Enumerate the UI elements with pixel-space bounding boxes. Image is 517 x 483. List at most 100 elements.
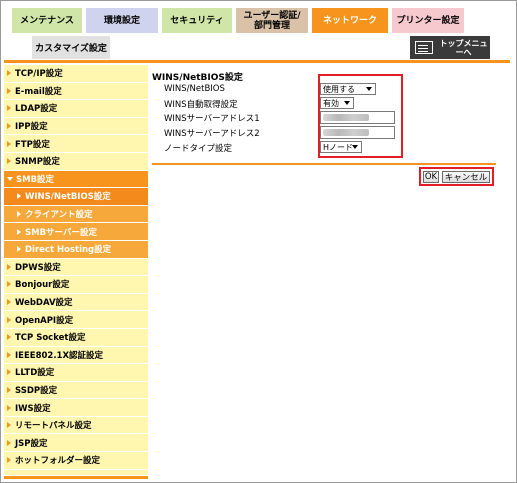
sidebar-item-label: TCP/IP設定 xyxy=(15,69,63,80)
sidebar-item-label: IWS設定 xyxy=(15,403,51,414)
triangle-right-icon xyxy=(7,299,11,306)
tab-network-label: ネットワーク xyxy=(322,15,377,26)
buttons-highlight-box: OK キャンセル xyxy=(419,167,494,186)
sidebar-item-label: Direct Hosting設定 xyxy=(25,245,112,256)
label-wins-netbios: WINS/NetBIOS xyxy=(164,84,225,94)
sidebar-item-label: FTP設定 xyxy=(15,139,50,150)
tab-user-auth[interactable]: ユーザー認証/部門管理 xyxy=(236,8,308,33)
triangle-right-icon xyxy=(7,457,11,464)
sidebar-item-tcp-socket[interactable]: TCP Socket設定 xyxy=(4,329,148,347)
triangle-right-icon xyxy=(7,140,11,147)
wins-netbios-select[interactable]: 使用する xyxy=(320,83,376,95)
triangle-right-icon xyxy=(7,404,11,411)
chevron-down-icon xyxy=(352,145,358,149)
triangle-right-icon xyxy=(7,70,11,77)
label-node-type: ノードタイプ設定 xyxy=(164,144,233,154)
sidebar-item-tcpip[interactable]: TCP/IP設定 xyxy=(4,65,148,83)
sidebar: TCP/IP設定 E-mail設定 LDAP設定 IPP設定 FTP設定 SNM… xyxy=(4,65,148,475)
wins-server1-input[interactable] xyxy=(320,111,395,124)
sidebar-item-label: OpenAPI設定 xyxy=(15,315,74,326)
sidebar-item-label: SSDP設定 xyxy=(15,385,58,396)
sidebar-item-ldap[interactable]: LDAP設定 xyxy=(4,100,148,118)
sidebar-item-ipp[interactable]: IPP設定 xyxy=(4,118,148,136)
wins-netbios-value: 使用する xyxy=(323,84,355,94)
form-divider xyxy=(152,163,496,165)
triangle-right-icon xyxy=(7,263,11,270)
sidebar-item-label: IEEE802.1X認証設定 xyxy=(15,350,104,361)
sidebar-item-iws[interactable]: IWS設定 xyxy=(4,399,148,417)
sidebar-item-hot-folder[interactable]: ホットフォルダー設定 xyxy=(4,452,148,470)
sidebar-item-smb-server[interactable]: SMBサーバー設定 xyxy=(4,223,148,241)
triangle-right-icon xyxy=(7,87,11,94)
tab-maintenance[interactable]: メンテナンス xyxy=(12,8,82,33)
sidebar-item-ssdp[interactable]: SSDP設定 xyxy=(4,382,148,400)
tab-maintenance-label: メンテナンス xyxy=(20,15,74,26)
chevron-down-icon xyxy=(366,87,372,91)
sidebar-item-bonjour[interactable]: Bonjour設定 xyxy=(4,276,148,294)
sidebar-item-label: TCP Socket設定 xyxy=(15,333,86,344)
top-menu-label: トップメニューへ xyxy=(439,38,488,57)
sidebar-item-lltd[interactable]: LLTD設定 xyxy=(4,364,148,382)
subtab-customize[interactable]: カスタマイズ設定 xyxy=(32,36,110,59)
triangle-right-icon xyxy=(7,422,11,429)
triangle-right-icon xyxy=(7,369,11,376)
label-wins-server2: WINSサーバーアドレス2 xyxy=(164,129,260,139)
triangle-right-icon xyxy=(7,123,11,130)
sidebar-item-label: SMB設定 xyxy=(16,174,55,185)
top-menu-icon xyxy=(415,41,433,54)
sidebar-item-label: ホットフォルダー設定 xyxy=(15,456,101,467)
tab-network[interactable]: ネットワーク xyxy=(312,8,388,33)
sidebar-item-ieee8021x[interactable]: IEEE802.1X認証設定 xyxy=(4,347,148,365)
triangle-right-icon xyxy=(7,351,11,358)
sidebar-item-label: クライアント設定 xyxy=(25,210,93,221)
triangle-right-icon xyxy=(7,158,11,165)
sidebar-item-webdav[interactable]: WebDAV設定 xyxy=(4,294,148,312)
sidebar-item-remote-panel[interactable]: リモートパネル設定 xyxy=(4,417,148,435)
top-menu-button[interactable]: トップメニューへ xyxy=(410,36,490,59)
tab-user-auth-label: ユーザー認証/部門管理 xyxy=(243,10,301,31)
sidebar-item-openapi[interactable]: OpenAPI設定 xyxy=(4,311,148,329)
sidebar-item-client[interactable]: クライアント設定 xyxy=(4,205,148,224)
header-divider xyxy=(4,60,510,63)
sidebar-item-email[interactable]: E-mail設定 xyxy=(4,83,148,101)
tab-security[interactable]: セキュリティ xyxy=(162,8,232,33)
tab-printer-label: プリンター設定 xyxy=(396,15,460,26)
sidebar-item-label: E-mail設定 xyxy=(15,86,62,97)
triangle-right-icon xyxy=(7,281,11,288)
triangle-right-icon xyxy=(17,246,21,253)
sidebar-item-direct-hosting[interactable]: Direct Hosting設定 xyxy=(4,240,148,259)
sidebar-item-label: Bonjour設定 xyxy=(15,280,70,291)
node-type-value: Hノード xyxy=(323,142,354,152)
sidebar-item-label: DPWS設定 xyxy=(15,262,61,273)
triangle-right-icon xyxy=(7,439,11,446)
tab-environment[interactable]: 環境設定 xyxy=(86,8,158,33)
redacted-address xyxy=(323,114,369,121)
triangle-right-icon xyxy=(7,386,11,393)
tab-printer[interactable]: プリンター設定 xyxy=(392,8,464,33)
tab-security-label: セキュリティ xyxy=(170,15,224,26)
sidebar-item-label: SMBサーバー設定 xyxy=(25,227,97,238)
ok-button[interactable]: OK xyxy=(423,171,439,183)
sidebar-item-smb[interactable]: SMB設定 xyxy=(4,170,148,189)
wins-auto-value: 有効 xyxy=(323,98,339,108)
triangle-right-icon xyxy=(7,316,11,323)
label-wins-server1: WINSサーバーアドレス1 xyxy=(164,114,260,124)
sidebar-item-jsp[interactable]: JSP設定 xyxy=(4,434,148,453)
sidebar-item-label: JSP設定 xyxy=(15,438,48,449)
sidebar-item-label: LDAP設定 xyxy=(15,104,58,115)
triangle-right-icon xyxy=(17,211,21,218)
triangle-right-icon xyxy=(17,228,21,235)
page-title: WINS/NetBIOS設定 xyxy=(152,73,243,83)
triangle-down-icon xyxy=(7,176,13,181)
node-type-select[interactable]: Hノード xyxy=(320,141,362,153)
sidebar-item-wins-netbios[interactable]: WINS/NetBIOS設定 xyxy=(4,188,148,206)
sidebar-item-dpws[interactable]: DPWS設定 xyxy=(4,259,148,277)
triangle-right-icon xyxy=(7,105,11,112)
wins-server2-input[interactable] xyxy=(320,126,395,139)
sidebar-item-ftp[interactable]: FTP設定 xyxy=(4,135,148,153)
wins-auto-select[interactable]: 有効 xyxy=(320,97,354,109)
sidebar-item-label: リモートパネル設定 xyxy=(15,421,92,432)
sidebar-item-label: WebDAV設定 xyxy=(15,298,73,309)
sidebar-item-snmp[interactable]: SNMP設定 xyxy=(4,153,148,171)
cancel-button[interactable]: キャンセル xyxy=(442,171,490,183)
